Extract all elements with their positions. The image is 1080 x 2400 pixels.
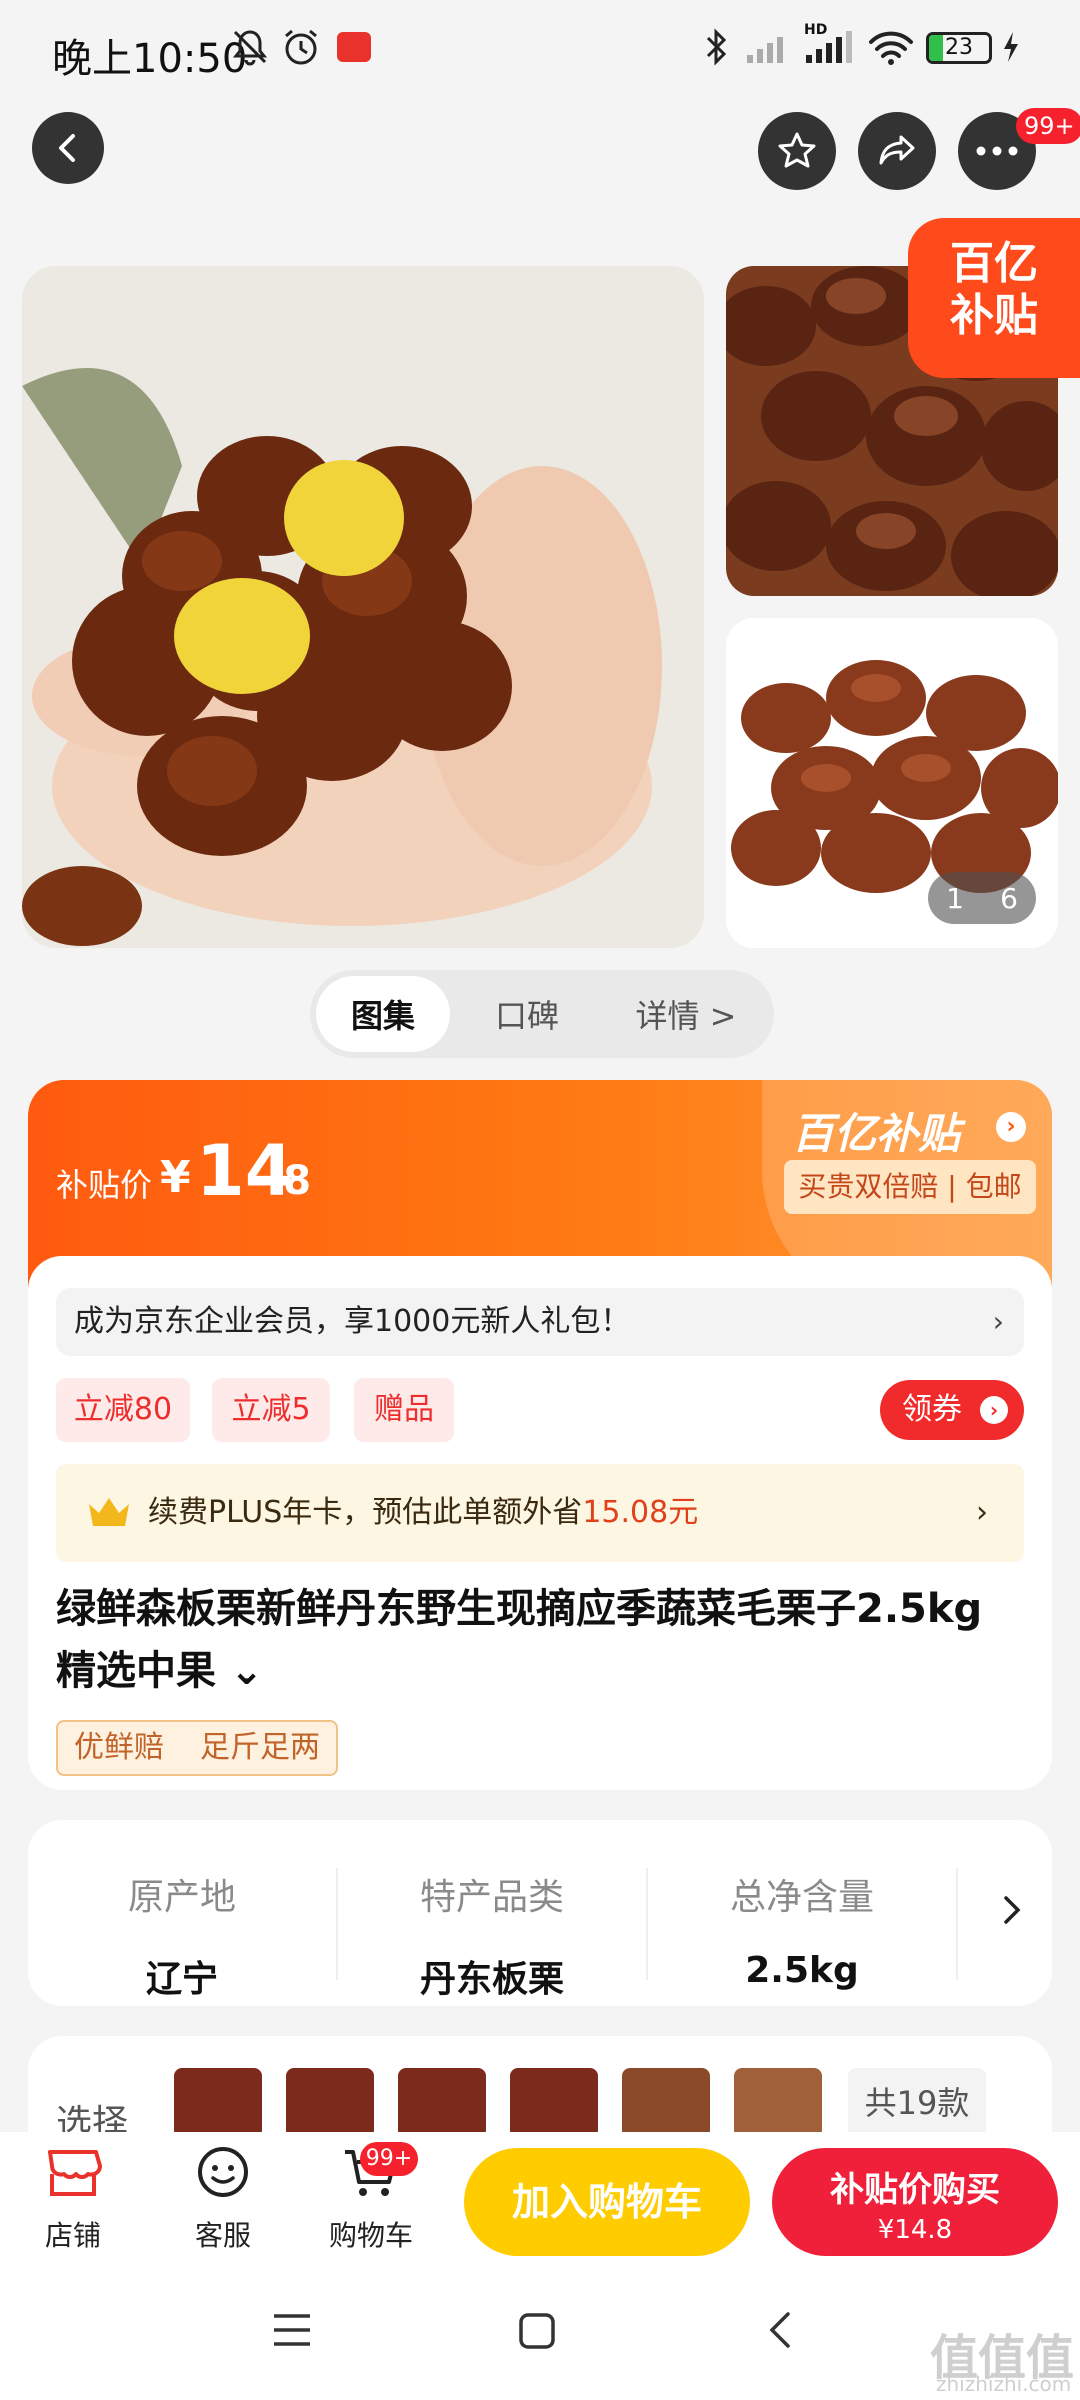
chevron-left-icon bbox=[59, 134, 75, 162]
watermark-url: zhizhizhi.com bbox=[936, 2372, 1072, 2396]
member-text: 成为京东企业会员，享1000元新人礼包！ bbox=[74, 1304, 631, 1339]
product-title[interactable]: 绿鲜森板栗新鲜丹东野生现摘应季蔬菜毛栗子2.5kg精选中果 ⌄ bbox=[56, 1578, 1016, 1702]
status-bar: 晚上10:50 HD 23 bbox=[0, 0, 1080, 96]
status-time: 晚上10:50 bbox=[52, 36, 248, 82]
service-tags[interactable]: 优鲜赔 足斤足两 bbox=[56, 1720, 338, 1776]
add-to-cart-button[interactable]: 加入购物车 bbox=[464, 2148, 750, 2256]
bluetooth-icon bbox=[700, 24, 734, 70]
subsidy-logo[interactable]: 百亿补贴 bbox=[792, 1100, 960, 1161]
chevron-right-icon[interactable] bbox=[1000, 1892, 1024, 1932]
plus-text: 续费PLUS年卡，预估此单额外省 bbox=[148, 1495, 583, 1530]
pager-total: 6 bbox=[1000, 881, 1018, 915]
customer-service-button[interactable]: 客服 bbox=[168, 2144, 278, 2254]
chevron-right-icon[interactable]: › bbox=[996, 1112, 1026, 1142]
plus-renewal-banner[interactable]: 续费PLUS年卡，预估此单额外省15.08元 › bbox=[56, 1464, 1024, 1562]
price-label: 补贴价 bbox=[56, 1166, 153, 1204]
enterprise-member-banner[interactable]: 成为京东企业会员，享1000元新人礼包！ › bbox=[56, 1288, 1024, 1356]
variant-thumb[interactable] bbox=[622, 2068, 710, 2138]
chevron-right-icon: › bbox=[980, 1396, 1008, 1424]
star-icon bbox=[778, 132, 816, 168]
get-coupon-button[interactable]: 领券 › bbox=[880, 1380, 1024, 1440]
spec-origin: 原产地 辽宁 bbox=[28, 1868, 336, 2002]
crown-icon bbox=[89, 1498, 129, 1526]
shop-label: 店铺 bbox=[44, 2219, 101, 2252]
spec-key: 原产地 bbox=[127, 1877, 236, 1918]
wifi-icon bbox=[866, 24, 916, 70]
signal-2-icon: HD bbox=[800, 22, 856, 70]
tab-details[interactable]: 详情 > bbox=[604, 976, 768, 1052]
shop-button[interactable]: 店铺 bbox=[18, 2144, 128, 2254]
variant-thumb[interactable] bbox=[398, 2068, 486, 2138]
home-icon[interactable] bbox=[518, 2312, 556, 2354]
back-nav-icon[interactable] bbox=[766, 2310, 794, 2354]
alarm-icon bbox=[278, 24, 324, 70]
share-icon bbox=[879, 135, 915, 165]
service-label: 客服 bbox=[194, 2219, 251, 2252]
spec-key: 特产品类 bbox=[419, 1877, 564, 1918]
more-dots-icon bbox=[976, 146, 1018, 156]
signal-1-icon bbox=[744, 24, 792, 70]
variant-thumb[interactable] bbox=[286, 2068, 374, 2138]
spec-value: 丹东板栗 bbox=[419, 1959, 564, 2000]
spec-category: 特产品类 丹东板栗 bbox=[338, 1868, 646, 2002]
buy-price: ¥14.8 bbox=[877, 2215, 953, 2245]
product-image-main[interactable] bbox=[22, 266, 704, 948]
chevron-right-icon: › bbox=[992, 1305, 1004, 1338]
variant-thumb[interactable] bbox=[174, 2068, 262, 2138]
discount-pill-2[interactable]: 立减5 bbox=[212, 1378, 330, 1442]
subsidy-corner-line2: 补贴 bbox=[950, 290, 1038, 341]
image-pager: 1 6 bbox=[928, 872, 1036, 924]
store-icon bbox=[48, 2150, 102, 2196]
cart-label: 购物车 bbox=[328, 2219, 413, 2252]
pager-current: 1 bbox=[946, 881, 964, 915]
tab-gallery[interactable]: 图集 bbox=[316, 976, 450, 1052]
subsidy-corner-line1: 百亿 bbox=[950, 238, 1038, 289]
tab-reviews[interactable]: 口碑 bbox=[450, 976, 604, 1052]
favorite-button[interactable] bbox=[758, 112, 836, 190]
variant-thumb[interactable] bbox=[734, 2068, 822, 2138]
buy-label: 补贴价购买 bbox=[830, 2170, 1000, 2210]
tag-fresh-guarantee: 优鲜赔 bbox=[74, 1730, 164, 1765]
more-badge: 99+ bbox=[1016, 108, 1080, 144]
gift-pill[interactable]: 赠品 bbox=[354, 1378, 454, 1442]
discount-pill-1[interactable]: 立减80 bbox=[56, 1378, 190, 1442]
menu-icon[interactable] bbox=[272, 2312, 312, 2352]
price-decimal: .8 bbox=[268, 1158, 312, 1204]
spec-net-weight: 总净含量 2.5kg bbox=[648, 1868, 956, 1991]
coupon-label: 领券 bbox=[902, 1392, 962, 1427]
price-currency: ¥ bbox=[160, 1152, 191, 1203]
back-button[interactable] bbox=[32, 112, 104, 184]
subsidy-buy-button[interactable]: 补贴价购买 ¥14.8 bbox=[772, 2148, 1058, 2256]
share-button[interactable] bbox=[858, 112, 936, 190]
spec-value: 辽宁 bbox=[145, 1959, 218, 2000]
variant-count[interactable]: 共19款 bbox=[848, 2068, 986, 2138]
plus-amount: 15.08元 bbox=[582, 1495, 699, 1530]
chevron-right-icon: › bbox=[976, 1495, 988, 1530]
app-notification-icon bbox=[336, 24, 372, 70]
subsidy-guarantee-tag: 买贵双倍赔 | 包邮 bbox=[784, 1160, 1036, 1214]
subsidy-corner-badge: 百亿 补贴 bbox=[908, 218, 1080, 378]
charging-icon bbox=[998, 24, 1024, 70]
spec-key: 总净含量 bbox=[729, 1877, 874, 1918]
spec-value: 2.5kg bbox=[745, 1950, 859, 1991]
chat-face-icon bbox=[198, 2147, 248, 2197]
variant-thumb[interactable] bbox=[510, 2068, 598, 2138]
cart-badge: 99+ bbox=[360, 2142, 418, 2176]
media-tabs: 图集 口碑 详情 > bbox=[310, 970, 774, 1058]
mute-bell-icon bbox=[228, 24, 272, 70]
divider bbox=[956, 1868, 958, 1980]
battery-icon: 23 bbox=[926, 32, 992, 64]
tag-full-weight: 足斤足两 bbox=[200, 1730, 320, 1765]
